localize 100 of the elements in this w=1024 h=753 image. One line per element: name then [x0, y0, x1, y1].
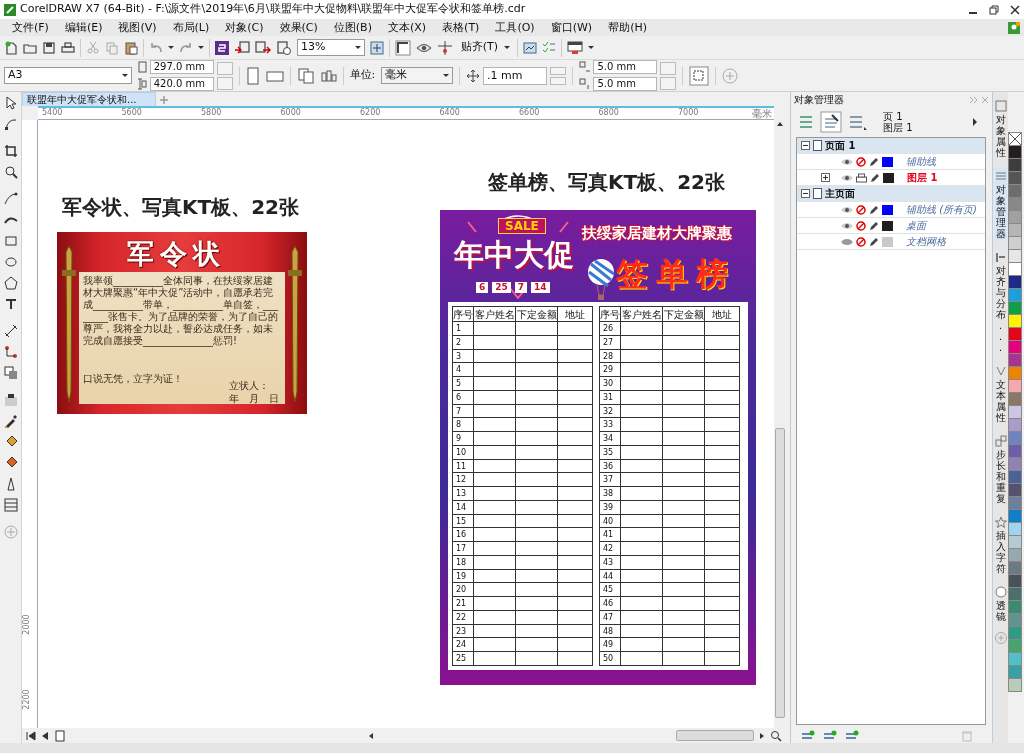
zoom-dropdown[interactable]: 13%: [297, 39, 365, 56]
ruler-icon[interactable]: [395, 39, 411, 56]
menu-item[interactable]: 效果(C): [271, 19, 326, 36]
input-field[interactable]: 5.0 mm: [593, 60, 658, 75]
pencil-icon[interactable]: [869, 156, 879, 167]
layer-name[interactable]: 辅助线 (所有页): [906, 202, 977, 217]
color-swatch[interactable]: [1008, 158, 1022, 172]
scroll-left-icon[interactable]: [367, 731, 375, 740]
undo-icon[interactable]: [149, 40, 163, 55]
color-swatch[interactable]: [1008, 210, 1022, 224]
expand-node-icon[interactable]: [821, 173, 830, 182]
drop-shadow-icon[interactable]: [3, 366, 18, 380]
color-swatch[interactable]: [1008, 171, 1022, 185]
scroll-thumb[interactable]: [775, 428, 785, 718]
pick-tool-icon[interactable]: [3, 96, 18, 110]
save-icon[interactable]: [42, 40, 56, 55]
color-swatch[interactable]: [1008, 366, 1022, 380]
caret-icon[interactable]: [503, 46, 510, 49]
no-color-swatch[interactable]: [1008, 132, 1022, 146]
display-icon[interactable]: [567, 40, 584, 55]
color-swatch[interactable]: [1008, 405, 1022, 419]
menu-item[interactable]: 编辑(E): [56, 19, 111, 36]
layer-name[interactable]: 文档网格: [906, 234, 946, 249]
no-print-icon[interactable]: [856, 156, 866, 167]
unit-dropdown[interactable]: 毫米: [381, 67, 454, 84]
paste-icon[interactable]: [124, 40, 138, 55]
eye-icon[interactable]: [841, 221, 853, 230]
app-launcher-icon[interactable]: [215, 40, 229, 55]
page-icon[interactable]: [54, 729, 66, 742]
color-swatch[interactable]: [1008, 561, 1022, 575]
polygon-tool-icon[interactable]: [3, 276, 18, 290]
parallel-dimension-icon[interactable]: [3, 324, 18, 338]
color-swatch[interactable]: [1008, 353, 1022, 367]
caret-icon[interactable]: [443, 74, 450, 77]
shape-tool-icon[interactable]: [3, 117, 18, 131]
color-swatch[interactable]: [1008, 184, 1022, 198]
color-swatch[interactable]: [1008, 249, 1022, 263]
color-swatch[interactable]: [1008, 522, 1022, 536]
page-size-dropdown[interactable]: A3: [4, 67, 132, 84]
color-swatch[interactable]: [1008, 639, 1022, 653]
current-page-icon[interactable]: [320, 68, 337, 83]
menu-item[interactable]: 对象(C): [217, 19, 272, 36]
caret-icon[interactable]: [588, 46, 595, 49]
layer-name[interactable]: 图层 1: [907, 170, 938, 185]
height-icon[interactable]: [138, 77, 147, 90]
docker-tab[interactable]: 透镜: [994, 584, 1007, 624]
new-document-icon[interactable]: [4, 40, 18, 55]
guidelines-icon[interactable]: [437, 39, 453, 56]
menu-item[interactable]: 工具(O): [487, 19, 543, 36]
text-tool-icon[interactable]: [3, 297, 18, 311]
color-swatch[interactable]: [1008, 223, 1022, 237]
menu-item[interactable]: 表格(T): [434, 19, 488, 36]
rectangle-tool-icon[interactable]: [3, 234, 18, 248]
color-swatch[interactable]: [1008, 587, 1022, 601]
docker-tab[interactable]: 对齐与分布...: [994, 249, 1007, 355]
docker-tab[interactable]: 文本属性: [994, 363, 1007, 425]
input-field[interactable]: 420.0 mm: [149, 76, 214, 91]
docker-tab[interactable]: 插入字符: [994, 514, 1007, 576]
width-icon[interactable]: [138, 61, 147, 74]
color-swatch[interactable]: [1008, 665, 1022, 679]
bounding-box-icon[interactable]: [689, 65, 710, 86]
restore-icon[interactable]: [989, 4, 999, 15]
color-swatch[interactable]: [1008, 379, 1022, 393]
move-arrows-icon[interactable]: [466, 68, 481, 83]
tree-item[interactable]: 页面 1: [825, 138, 856, 153]
input-field[interactable]: 5.0 mm: [593, 76, 658, 91]
menu-item[interactable]: 文本(X): [379, 19, 435, 36]
options-icon[interactable]: [523, 40, 538, 55]
new-master-layer-icon[interactable]: [823, 730, 837, 742]
pencil-icon[interactable]: [869, 204, 879, 215]
zoom-tool-icon[interactable]: [3, 165, 18, 179]
color-swatch[interactable]: [1008, 145, 1022, 159]
horizontal-scrollbar[interactable]: [676, 730, 754, 741]
first-page-icon[interactable]: [26, 730, 36, 741]
portrait-page-icon[interactable]: [245, 66, 260, 85]
eyedropper-icon[interactable]: [3, 414, 18, 428]
pencil-icon[interactable]: [869, 236, 879, 247]
scroll-right-icon[interactable]: [758, 731, 766, 740]
pencil-icon[interactable]: [869, 220, 879, 231]
docker-tab[interactable]: 对象管理器: [994, 168, 1007, 241]
no-print-icon[interactable]: [856, 220, 866, 231]
eye-icon[interactable]: [841, 173, 853, 182]
scroll-up-icon[interactable]: [776, 120, 784, 128]
color-swatch[interactable]: [1008, 392, 1022, 406]
ellipse-tool-icon[interactable]: [3, 255, 18, 269]
panel-menu-icon[interactable]: [972, 118, 978, 126]
layer-name[interactable]: 桌面: [906, 218, 926, 233]
layer-manager-icon[interactable]: [847, 113, 867, 131]
color-swatch[interactable]: [1008, 535, 1022, 549]
export-icon[interactable]: [255, 40, 271, 55]
document-export-icon[interactable]: [276, 40, 292, 55]
print-icon[interactable]: [61, 40, 75, 55]
color-swatch[interactable]: [1008, 288, 1022, 302]
printer-icon[interactable]: [856, 172, 867, 183]
docker-tab[interactable]: 对象属性: [994, 98, 1007, 160]
menu-item[interactable]: 布局(L): [164, 19, 218, 36]
transparency-tool-icon[interactable]: [3, 393, 18, 407]
menu-item[interactable]: 视图(V): [110, 19, 165, 36]
interactive-fill-icon[interactable]: [3, 498, 18, 512]
color-swatch[interactable]: [1008, 340, 1022, 354]
